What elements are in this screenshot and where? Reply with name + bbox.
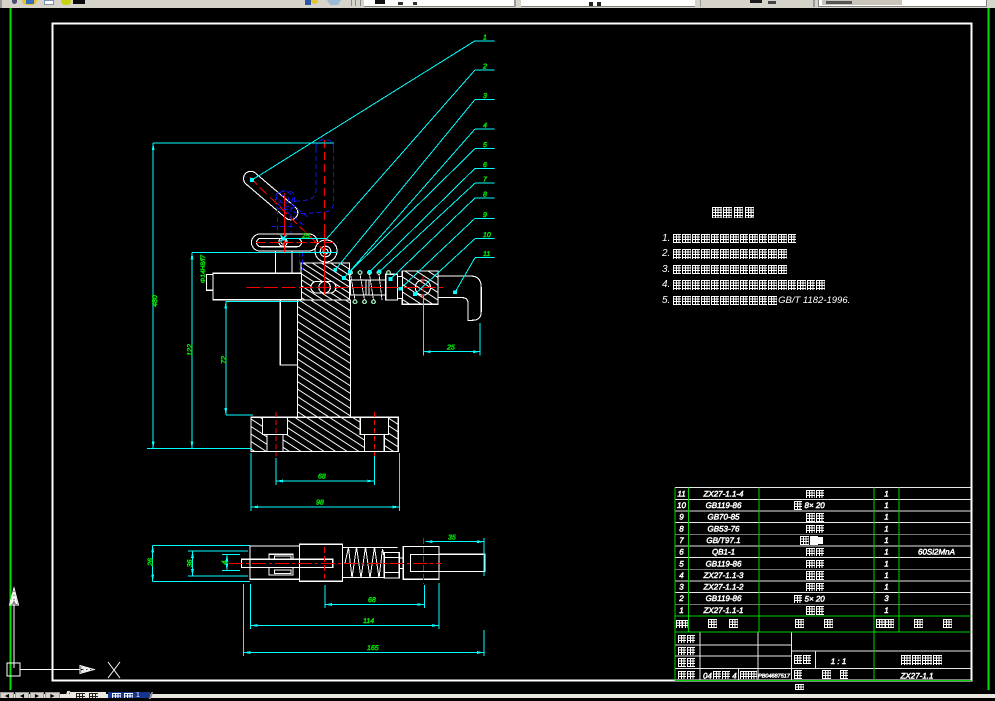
svg-text:GB70-85: GB70-85 (707, 513, 740, 522)
svg-text:PB04687517: PB04687517 (758, 674, 791, 680)
svg-text:114: 114 (363, 618, 374, 625)
svg-text:68: 68 (318, 474, 326, 481)
svg-text:36: 36 (187, 560, 194, 568)
svg-text:98: 98 (316, 500, 324, 507)
svg-text:8: 8 (483, 192, 487, 199)
svg-text:2: 2 (482, 64, 487, 71)
svg-text:ZX27-1.1-2: ZX27-1.1-2 (702, 583, 744, 592)
svg-text:1: 1 (884, 583, 888, 592)
svg-text:4: 4 (679, 571, 684, 580)
svg-text:GB119-86: GB119-86 (706, 501, 742, 510)
svg-text:10: 10 (677, 501, 686, 510)
svg-text:GB119-86: GB119-86 (706, 594, 742, 603)
svg-text:4: 4 (483, 123, 487, 130)
svg-text:ZX27-1.1-3: ZX27-1.1-3 (702, 571, 744, 580)
svg-text:QB1-1: QB1-1 (712, 548, 735, 557)
svg-text:1: 1 (884, 571, 888, 580)
svg-text:GB/T97.1: GB/T97.1 (706, 536, 740, 545)
svg-text:4: 4 (732, 672, 737, 681)
svg-text:68: 68 (368, 597, 376, 604)
svg-text:7: 7 (483, 177, 488, 184)
svg-text:1: 1 (884, 501, 888, 510)
svg-text:26: 26 (148, 558, 155, 567)
svg-text:1: 1 (679, 606, 683, 615)
svg-text:25: 25 (446, 345, 455, 352)
svg-text:5: 5 (679, 559, 684, 568)
svg-text:1: 1 (884, 536, 888, 545)
svg-text:3: 3 (884, 594, 889, 603)
svg-text:11: 11 (677, 489, 685, 498)
svg-text:2: 2 (678, 594, 684, 603)
svg-text:60Si2MnA: 60Si2MnA (918, 548, 955, 557)
svg-text:10: 10 (483, 232, 491, 239)
svg-text:GB119-86: GB119-86 (706, 559, 742, 568)
svg-text:1: 1 (884, 606, 888, 615)
svg-text:35: 35 (448, 535, 456, 542)
svg-text:72: 72 (221, 356, 228, 364)
svg-text:11: 11 (483, 251, 490, 258)
svg-text:122: 122 (187, 344, 194, 356)
svg-text:480: 480 (152, 295, 159, 307)
svg-text:9: 9 (679, 513, 684, 522)
svg-text:ZX27-1.1-4: ZX27-1.1-4 (702, 489, 744, 498)
svg-text:1: 1 (884, 513, 888, 522)
svg-text:9: 9 (483, 212, 487, 219)
svg-text:7: 7 (679, 536, 684, 545)
svg-text:ZX27-1.1-1: ZX27-1.1-1 (702, 606, 743, 615)
svg-text:1 : 1: 1 : 1 (831, 657, 847, 666)
svg-text:25: 25 (301, 233, 310, 240)
svg-text:5: 5 (483, 142, 487, 149)
svg-text:Φ14H8/f7: Φ14H8/f7 (200, 255, 207, 284)
svg-text:1: 1 (884, 524, 888, 533)
svg-text:04: 04 (703, 672, 712, 681)
svg-text:8: 8 (679, 524, 684, 533)
svg-text:ZX27-1.1: ZX27-1.1 (900, 672, 934, 681)
svg-text:6: 6 (483, 162, 487, 169)
svg-text:3: 3 (679, 583, 684, 592)
svg-text:1: 1 (884, 559, 888, 568)
svg-text:4: 4 (222, 560, 229, 564)
svg-text:165: 165 (367, 645, 379, 652)
svg-text:GB53-76: GB53-76 (707, 524, 740, 533)
svg-text:1: 1 (884, 489, 888, 498)
svg-text:1: 1 (483, 34, 487, 41)
svg-text:1: 1 (884, 548, 888, 557)
svg-text:6: 6 (679, 548, 684, 557)
svg-text:3: 3 (483, 93, 487, 100)
